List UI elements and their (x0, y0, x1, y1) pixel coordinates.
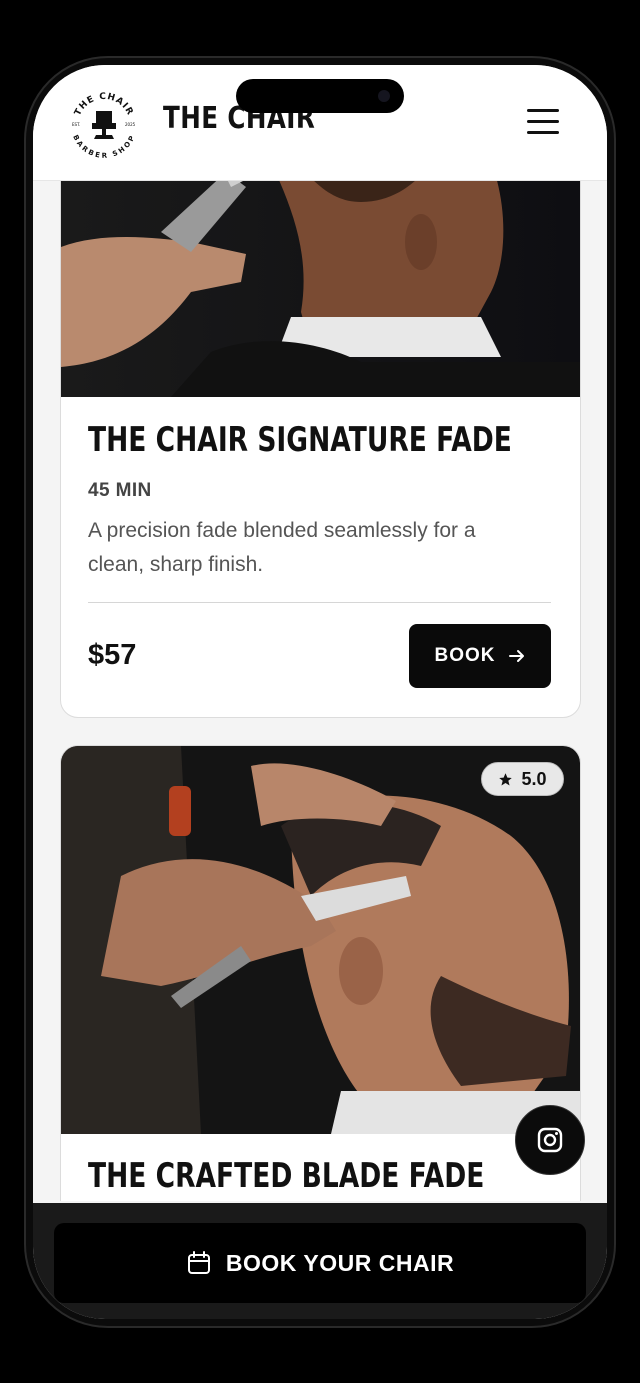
rating-badge: 5.0 (481, 762, 564, 796)
service-title: THE CRAFTED BLADE FADE (88, 1156, 485, 1196)
divider (88, 602, 551, 603)
dynamic-island (236, 79, 404, 113)
rating-value: 5.0 (521, 768, 547, 789)
menu-line (527, 109, 559, 112)
star-icon (499, 772, 513, 785)
service-price: $57 (88, 639, 137, 671)
app-screen: THE CHAIR SIGNATURE FADE 45 MIN A precis… (33, 65, 607, 1319)
service-photo-blade (61, 746, 580, 1134)
service-card: 5.0 THE CRAFTED BLADE FADE (60, 745, 581, 1201)
service-card: THE CHAIR SIGNATURE FADE 45 MIN A precis… (60, 181, 581, 718)
calendar-icon (187, 1251, 210, 1274)
hamburger-menu-icon[interactable] (527, 109, 559, 137)
instagram-button[interactable] (515, 1105, 585, 1175)
service-description: A precision fade blended seamlessly for … (88, 519, 476, 576)
bottom-action-bar: BOOK YOUR CHAIR (33, 1203, 607, 1319)
brand-logo[interactable]: THE CHAIR BARBER SHOP EST. 2025 (66, 85, 142, 161)
menu-line (527, 131, 559, 134)
book-button-label: BOOK (434, 645, 496, 666)
logo-year: 2025 (125, 122, 136, 127)
logo-est: EST. (72, 122, 80, 127)
front-camera (378, 90, 390, 102)
services-list: THE CHAIR SIGNATURE FADE 45 MIN A precis… (33, 181, 607, 1201)
service-duration: 45 MIN (88, 480, 152, 501)
instagram-icon (537, 1127, 563, 1153)
arrow-right-icon (508, 650, 524, 662)
book-your-chair-button[interactable]: BOOK YOUR CHAIR (54, 1223, 586, 1303)
service-photo-clipper (61, 181, 580, 397)
menu-line (527, 120, 559, 123)
book-button[interactable]: BOOK (409, 624, 551, 688)
service-title: THE CHAIR SIGNATURE FADE (88, 420, 512, 460)
cta-label: BOOK YOUR CHAIR (225, 1249, 455, 1276)
